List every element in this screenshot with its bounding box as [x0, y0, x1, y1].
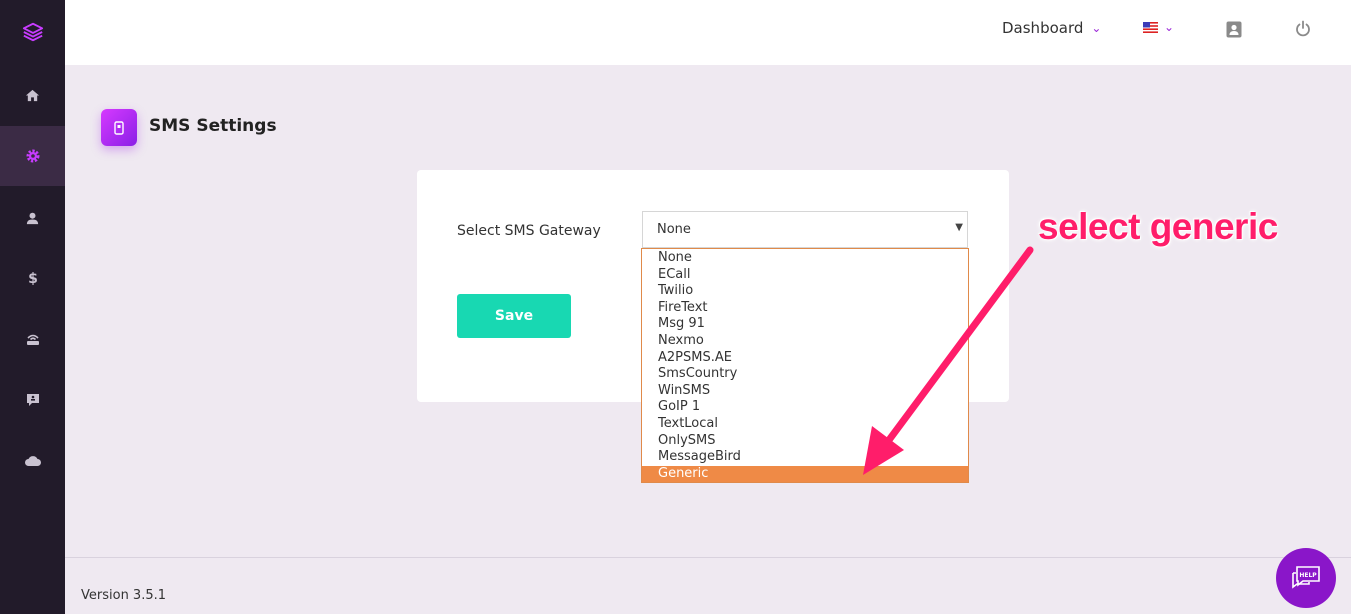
layers-logo-icon: [22, 22, 43, 42]
gateway-option[interactable]: ECall: [642, 267, 968, 284]
gear-icon: [26, 149, 39, 163]
footer-divider: [65, 557, 1351, 558]
svg-text:$: $: [28, 271, 38, 286]
gateway-select-value: None: [657, 222, 691, 237]
us-flag-icon: [1143, 21, 1158, 33]
sidebar-item-billing[interactable]: $: [0, 248, 65, 308]
gateway-option[interactable]: Nexmo: [642, 333, 968, 350]
gateway-option[interactable]: FireText: [642, 300, 968, 317]
profile-button[interactable]: [1226, 21, 1242, 42]
top-bar: Dashboard ⌄ ⌄: [65, 0, 1351, 65]
cloud-icon: [24, 456, 41, 466]
annotation-text: select generic: [1038, 206, 1278, 247]
dropdown-arrow-icon: ▼: [955, 222, 963, 233]
user-icon: [26, 212, 39, 224]
home-icon: [25, 89, 40, 101]
message-icon: [26, 394, 39, 406]
gateway-option[interactable]: A2PSMS.AE: [642, 350, 968, 367]
power-icon: [1296, 20, 1310, 37]
dashboard-menu[interactable]: Dashboard ⌄: [1002, 19, 1101, 37]
gateway-option[interactable]: None: [642, 250, 968, 267]
sidebar-item-settings[interactable]: [0, 126, 65, 186]
page-title: SMS Settings: [149, 116, 277, 136]
gateway-option[interactable]: Twilio: [642, 283, 968, 300]
sidebar-item-home[interactable]: [0, 65, 65, 125]
language-menu[interactable]: ⌄: [1143, 20, 1174, 34]
page-icon: [101, 109, 137, 146]
sidebar-item-users[interactable]: [0, 188, 65, 248]
gateway-label: Select SMS Gateway: [457, 223, 601, 239]
gateway-option[interactable]: WinSMS: [642, 383, 968, 400]
help-button[interactable]: HELP: [1276, 548, 1336, 608]
dollar-icon: $: [28, 271, 38, 286]
gateway-option[interactable]: MessageBird: [642, 449, 968, 466]
chevron-down-icon: ⌄: [1091, 21, 1102, 35]
sidebar-item-cloud[interactable]: [0, 431, 65, 491]
gateway-options-list: None ECall Twilio FireText Msg 91 Nexmo …: [641, 248, 969, 483]
chevron-down-icon: ⌄: [1164, 20, 1175, 34]
help-label: HELP: [1299, 572, 1317, 579]
gateway-option[interactable]: GoIP 1: [642, 399, 968, 416]
sidebar-item-messages[interactable]: [0, 370, 65, 430]
gateway-option[interactable]: Msg 91: [642, 316, 968, 333]
save-button[interactable]: Save: [457, 294, 571, 338]
gateway-option[interactable]: OnlySMS: [642, 433, 968, 450]
version-label: Version 3.5.1: [81, 588, 167, 603]
profile-icon: [1226, 21, 1242, 38]
phone-icon: [114, 120, 124, 135]
help-chat-icon: HELP: [1292, 566, 1320, 589]
dashboard-label: Dashboard: [1002, 19, 1084, 37]
sidebar: $: [0, 0, 65, 614]
gateway-option[interactable]: SmsCountry: [642, 366, 968, 383]
gateway-option-generic[interactable]: Generic: [642, 465, 968, 483]
router-icon: [26, 334, 39, 345]
gateway-select[interactable]: None ▼: [642, 211, 968, 248]
gateway-option[interactable]: TextLocal: [642, 416, 968, 433]
logout-button[interactable]: [1295, 20, 1311, 41]
sidebar-item-network[interactable]: [0, 309, 65, 369]
app-logo[interactable]: [0, 2, 65, 62]
